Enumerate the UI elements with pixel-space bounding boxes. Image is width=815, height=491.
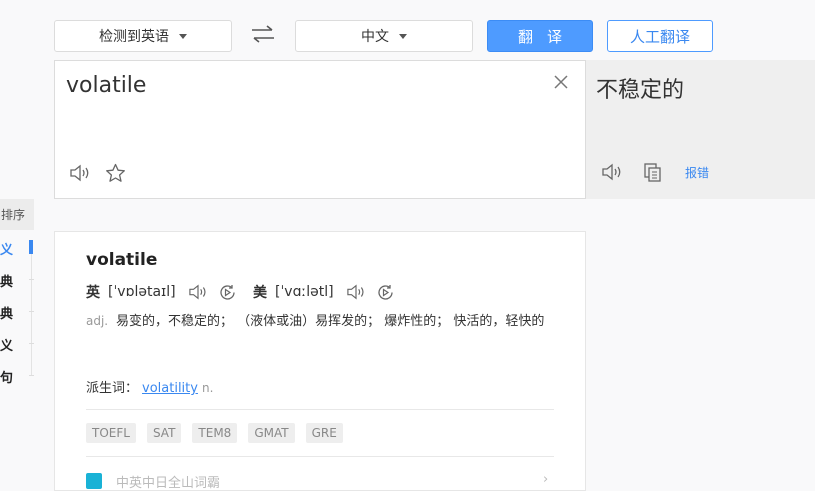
sidebar-item-meaning[interactable]: 义	[0, 335, 13, 354]
speaker-icon[interactable]	[346, 283, 366, 301]
sidebar-tick	[29, 311, 34, 312]
play-circle-icon[interactable]	[218, 283, 237, 302]
speaker-icon[interactable]	[69, 163, 91, 183]
speaker-icon[interactable]	[188, 283, 208, 301]
exam-tag: TOEFL	[86, 423, 136, 443]
result-panel: 不稳定的 报错	[586, 60, 815, 199]
divider	[86, 456, 554, 457]
play-circle-icon[interactable]	[376, 283, 395, 302]
derived-word-link[interactable]: volatility	[142, 381, 198, 396]
chevron-down-icon	[179, 33, 187, 39]
derived-words: 派生词： volatility n.	[86, 377, 213, 396]
sidebar-item-sentences[interactable]: 句	[0, 367, 13, 386]
target-language-label: 中文	[361, 29, 389, 45]
partner-dictionary-icon	[86, 473, 102, 489]
us-pronunciation: 美 [ˈvɑːlətl]	[253, 282, 405, 302]
close-icon[interactable]	[552, 73, 570, 91]
derived-label: 派生词：	[86, 381, 139, 396]
sidebar-nav: 排序 义 典 典 义 句	[0, 199, 40, 389]
sidebar-active-indicator	[29, 240, 33, 254]
source-language-dropdown[interactable]: 检测到英语	[54, 20, 232, 52]
human-translate-button[interactable]: 人工翻译	[607, 20, 713, 52]
uk-pronunciation: 英 [ˈvɒlətaɪl]	[86, 282, 247, 302]
source-language-label: 检测到英语	[99, 29, 169, 45]
target-language-dropdown[interactable]: 中文	[295, 20, 473, 52]
exam-tag: TEM8	[192, 423, 238, 443]
speaker-icon[interactable]	[601, 162, 623, 182]
sidebar-item-definition[interactable]: 义	[0, 239, 13, 258]
sidebar-sort-header[interactable]: 排序	[0, 199, 34, 230]
sidebar-item-dict-2[interactable]: 典	[0, 303, 13, 322]
sidebar-item-dict-1[interactable]: 典	[0, 271, 13, 290]
definition-text: 易变的，不稳定的； （液体或油）易挥发的； 爆炸性的； 快活的，轻快的	[116, 314, 545, 329]
sidebar-track	[31, 244, 32, 376]
dictionary-card: volatile 英 [ˈvɒlətaɪl] 美 [ˈvɑːlətl] adj.	[54, 231, 586, 491]
star-icon[interactable]	[105, 163, 126, 183]
copy-icon[interactable]	[643, 162, 663, 182]
derived-pos: n.	[201, 381, 214, 395]
report-error-link[interactable]: 报错	[685, 164, 709, 181]
swap-languages-icon[interactable]	[250, 24, 276, 44]
dict-word: volatile	[86, 250, 158, 270]
chevron-down-icon	[399, 33, 407, 39]
us-label: 美	[253, 285, 267, 301]
sidebar-tick	[29, 343, 34, 344]
translate-button[interactable]: 翻译	[487, 20, 593, 52]
uk-ipa: [ˈvɒlətaɪl]	[108, 284, 176, 300]
exam-tag: SAT	[146, 423, 182, 443]
partner-dictionary-title[interactable]: 中英中日全山词霸	[116, 472, 220, 491]
source-text[interactable]: volatile	[66, 73, 146, 98]
chevron-right-icon[interactable]: ›	[543, 472, 548, 487]
uk-label: 英	[86, 285, 100, 301]
sidebar-tick	[29, 375, 34, 376]
part-of-speech: adj.	[86, 314, 109, 328]
source-text-area[interactable]: volatile	[54, 60, 586, 199]
exam-tag: GRE	[305, 423, 343, 443]
exam-tag: GMAT	[248, 423, 295, 443]
sidebar-tick	[29, 279, 34, 280]
us-ipa: [ˈvɑːlətl]	[275, 284, 334, 300]
exam-tags: TOEFL SAT TEM8 GMAT GRE	[86, 423, 343, 443]
divider	[86, 409, 554, 410]
result-text: 不稳定的	[596, 78, 685, 103]
